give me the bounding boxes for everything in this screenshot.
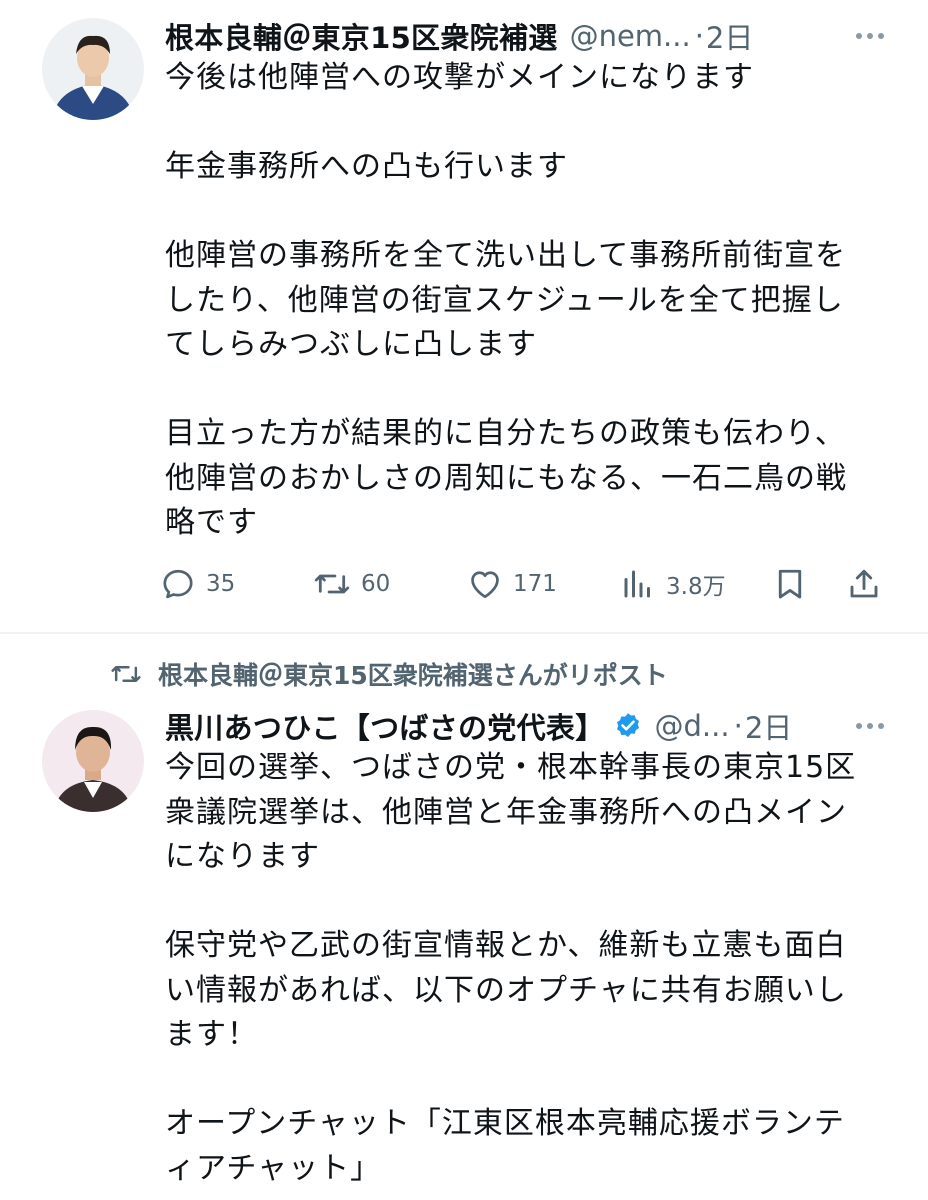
display-name[interactable]: 黒川あつひこ【つばさの党代表】 xyxy=(165,705,605,747)
retweet-icon xyxy=(314,574,350,594)
more-options-icon[interactable] xyxy=(850,706,890,746)
separator-dot: · xyxy=(694,19,704,53)
verified-badge-icon xyxy=(613,711,643,741)
reply-icon xyxy=(163,569,193,599)
tweet[interactable]: 根本良輔＠東京15区衆院補選 @nem... · 2日 今後は他陣営への攻撃がメ… xyxy=(0,0,928,634)
handle[interactable]: @d... xyxy=(655,709,730,743)
separator-dot: · xyxy=(733,709,743,743)
handle[interactable]: @nem... xyxy=(570,19,691,53)
views-count: 3.8万 xyxy=(666,574,726,600)
bookmark-button[interactable] xyxy=(772,560,808,608)
avatar[interactable] xyxy=(42,710,144,812)
heart-icon xyxy=(471,571,499,599)
tweet-text: 今回の選挙、つばさの党・根本幹事長の東京15区 衆議院選挙は、他陣営と年金事務所… xyxy=(165,750,857,1186)
retweet-icon xyxy=(111,666,141,683)
timestamp[interactable]: 2日 xyxy=(745,705,792,747)
retweet-count: 60 xyxy=(361,571,391,597)
bookmark-icon xyxy=(778,569,802,599)
tweet-actions: 35 60 171 3.8万 xyxy=(160,560,890,608)
avatar[interactable] xyxy=(42,18,144,120)
share-icon xyxy=(850,569,878,598)
tweet-text: 今後は他陣営への攻撃がメインになります 年金事務所への凸も行います 他陣営の事務… xyxy=(165,60,847,540)
timestamp[interactable]: 2日 xyxy=(706,15,753,57)
views-button[interactable]: 3.8万 xyxy=(620,560,726,608)
reply-count: 35 xyxy=(206,571,236,597)
repost-indicator[interactable]: 根本良輔＠東京15区衆院補選さんがリポスト xyxy=(110,654,668,694)
display-name[interactable]: 根本良輔＠東京15区衆院補選 xyxy=(165,15,558,57)
analytics-icon xyxy=(624,570,650,598)
share-button[interactable] xyxy=(846,560,882,608)
tweet[interactable]: 根本良輔＠東京15区衆院補選さんがリポスト 黒川あつひこ【つばさの党代表】 @d… xyxy=(0,634,928,1200)
repost-label: 根本良輔＠東京15区衆院補選さんがリポスト xyxy=(158,661,668,690)
tweet-header: 黒川あつひこ【つばさの党代表】 @d... · 2日 xyxy=(165,704,792,748)
tweet-header: 根本良輔＠東京15区衆院補選 @nem... · 2日 xyxy=(165,14,753,58)
reply-button[interactable]: 35 xyxy=(160,560,235,608)
like-button[interactable]: 171 xyxy=(467,560,557,608)
like-count: 171 xyxy=(513,571,557,597)
more-options-icon[interactable] xyxy=(850,16,890,56)
retweet-button[interactable]: 60 xyxy=(313,560,390,608)
